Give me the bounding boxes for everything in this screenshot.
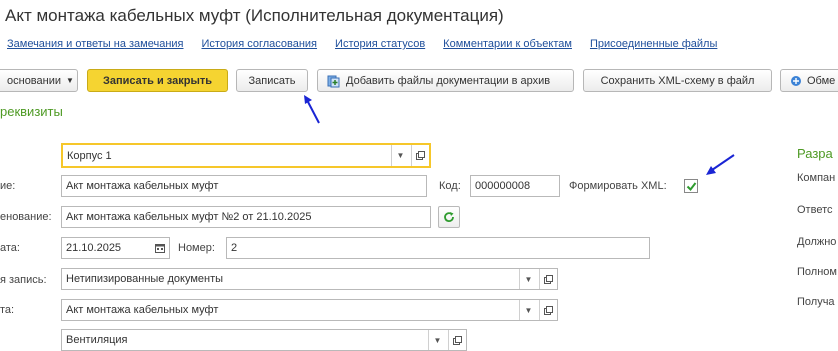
add-files-label: Добавить файлы документации в архив: [346, 74, 551, 87]
save-and-close-button[interactable]: Записать и закрыть: [87, 69, 228, 92]
date-value: 21.10.2025: [66, 242, 122, 254]
type-field[interactable]: Акт монтажа кабельных муфт ▼: [61, 299, 558, 321]
arrow-annotation-icon: [706, 154, 735, 175]
triangle-down-icon[interactable]: ▼: [428, 330, 446, 350]
triangle-down-icon: ▼: [66, 76, 74, 85]
section-title: реквизиты: [0, 104, 63, 119]
link-approval-history[interactable]: История согласования: [202, 38, 318, 50]
full-name-value: Акт монтажа кабельных муфт №2 от 21.10.2…: [66, 211, 312, 223]
right-panel-company-label: Компан: [797, 172, 836, 184]
number-field[interactable]: 2: [226, 237, 650, 259]
generate-xml-checkbox[interactable]: [684, 179, 698, 193]
name-field[interactable]: Акт монтажа кабельных муфт: [61, 175, 427, 197]
date-field[interactable]: 21.10.2025: [61, 237, 170, 259]
open-icon[interactable]: [539, 269, 557, 289]
full-name-field[interactable]: Акт монтажа кабельных муфт №2 от 21.10.2…: [61, 206, 431, 228]
link-object-comments[interactable]: Комментарии к объектам: [443, 38, 572, 50]
name-label: ие:: [0, 180, 16, 192]
register-entry-field[interactable]: Нетипизированные документы ▼: [61, 268, 558, 290]
number-label: Номер:: [178, 242, 215, 254]
open-icon[interactable]: [411, 145, 429, 166]
exchange-icon: [790, 75, 802, 87]
system-value: Вентиляция: [66, 334, 128, 346]
date-label: ата:: [0, 242, 20, 254]
save-xml-button[interactable]: Сохранить XML-схему в файл: [583, 69, 772, 92]
right-panel-title: Разра: [797, 146, 833, 161]
number-value: 2: [231, 242, 238, 254]
right-panel-responsible-label: Ответс: [797, 204, 833, 216]
link-remarks[interactable]: Замечания и ответы на замечания: [7, 38, 184, 50]
name-value: Акт монтажа кабельных муфт: [66, 180, 219, 192]
save-button[interactable]: Записать: [236, 69, 308, 92]
create-based-on-button[interactable]: основании ▼: [0, 69, 78, 92]
code-value: 000000008: [475, 180, 531, 192]
right-panel-position-label: Должно: [797, 236, 837, 248]
nav-links: Замечания и ответы на замечания История …: [7, 38, 717, 50]
triangle-down-icon[interactable]: ▼: [391, 145, 409, 166]
exchange-label: Обме: [807, 74, 836, 87]
add-files-icon: [327, 74, 341, 88]
refresh-icon: [444, 212, 454, 223]
triangle-down-icon[interactable]: ▼: [519, 300, 537, 320]
create-based-on-label: основании: [7, 74, 62, 87]
building-value: Корпус 1: [67, 149, 112, 162]
right-panel-recipient-label: Получа: [797, 296, 835, 308]
open-icon[interactable]: [448, 330, 466, 350]
right-panel-full-name-label: Полном: [797, 266, 837, 278]
arrow-annotation-icon: [304, 95, 320, 124]
link-status-history[interactable]: История статусов: [335, 38, 425, 50]
full-name-label: енование:: [0, 211, 52, 223]
building-field[interactable]: Корпус 1 ▼: [61, 143, 431, 168]
code-label: Код:: [439, 180, 461, 192]
link-attached-files[interactable]: Присоединенные файлы: [590, 38, 717, 50]
triangle-down-icon[interactable]: ▼: [519, 269, 537, 289]
exchange-button[interactable]: Обме: [780, 69, 838, 92]
code-field[interactable]: 000000008: [470, 175, 560, 197]
generate-xml-label: Формировать XML:: [569, 180, 667, 192]
open-icon[interactable]: [539, 300, 557, 320]
type-value: Акт монтажа кабельных муфт: [66, 304, 219, 316]
register-entry-value: Нетипизированные документы: [66, 273, 224, 285]
register-entry-label: я запись:: [0, 274, 47, 286]
page-title: Акт монтажа кабельных муфт (Исполнительн…: [5, 6, 504, 25]
calendar-icon[interactable]: [151, 238, 169, 258]
system-field[interactable]: Вентиляция ▼: [61, 329, 467, 351]
type-label: та:: [0, 304, 15, 316]
checkmark-icon: [686, 181, 696, 191]
refresh-button[interactable]: [438, 206, 460, 228]
add-files-button[interactable]: Добавить файлы документации в архив: [317, 69, 574, 92]
